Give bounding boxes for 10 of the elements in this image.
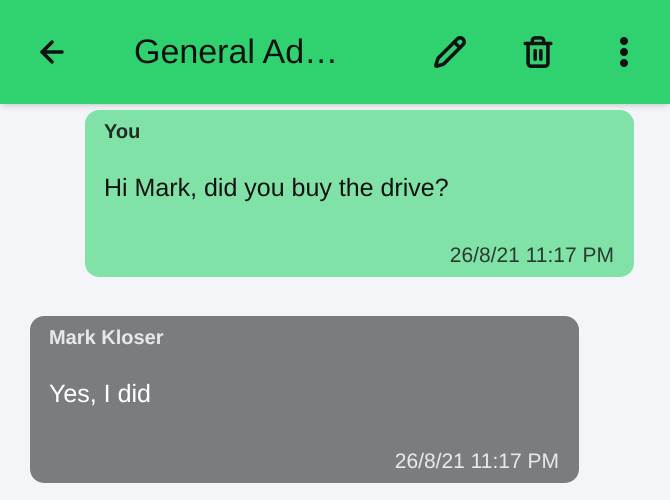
sender-name: Mark Kloser [49,326,164,350]
more-icon [620,37,628,67]
message-text: Hi Mark, did you buy the drive? [104,173,450,203]
message-time: 26/8/21 11:17 PM [394,449,559,475]
pencil-icon [433,35,467,69]
sender-name: You [104,120,142,144]
chat-title: General Ad… [134,32,338,72]
trash-icon [521,35,555,69]
message-text: Yes, I did [49,379,152,409]
message-time: 26/8/21 11:17 PM [450,243,614,269]
